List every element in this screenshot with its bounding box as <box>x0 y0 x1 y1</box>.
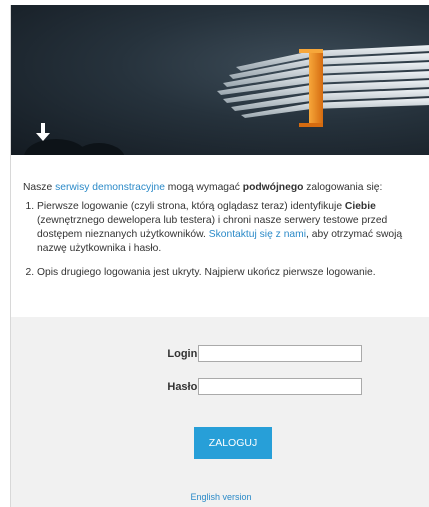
login-label: Login: <box>167 348 201 360</box>
step-second-login: Opis drugiego logowania jest ukryty. Naj… <box>37 266 421 280</box>
intro-paragraph: Nasze serwisy demonstracyjne mogą wymaga… <box>23 182 383 193</box>
banner-graphic <box>24 45 429 155</box>
info-text: Nasze serwisy demonstracyjne mogą wymaga… <box>11 155 429 280</box>
arrow-down-icon <box>36 123 50 141</box>
step-first-login: Pierwsze logowanie (czyli strona, którą … <box>37 200 421 256</box>
password-label: Hasło: <box>167 381 201 393</box>
login-panel: Nasze serwisy demonstracyjne mogą wymaga… <box>10 5 429 507</box>
contact-us-link[interactable]: Skontaktuj się z nami <box>209 229 306 240</box>
demo-services-link[interactable]: serwisy demonstracyjne <box>55 182 165 193</box>
page: Nasze serwisy demonstracyjne mogą wymaga… <box>0 0 429 507</box>
orange-bar-graphic <box>309 49 323 127</box>
password-input[interactable] <box>198 378 362 395</box>
header-banner <box>11 5 429 155</box>
login-row: Login: <box>11 345 429 365</box>
login-steps-list: Pierwsze logowanie (czyli strona, którą … <box>23 200 421 280</box>
login-input[interactable] <box>198 345 362 362</box>
english-version-link[interactable]: English version <box>11 492 429 502</box>
login-button[interactable]: ZALOGUJ <box>194 427 272 459</box>
double-login-emphasis: podwójnego <box>242 182 304 193</box>
login-form: Login: Hasło: ZALOGUJ English version <box>11 317 429 507</box>
password-row: Hasło: <box>11 378 429 398</box>
